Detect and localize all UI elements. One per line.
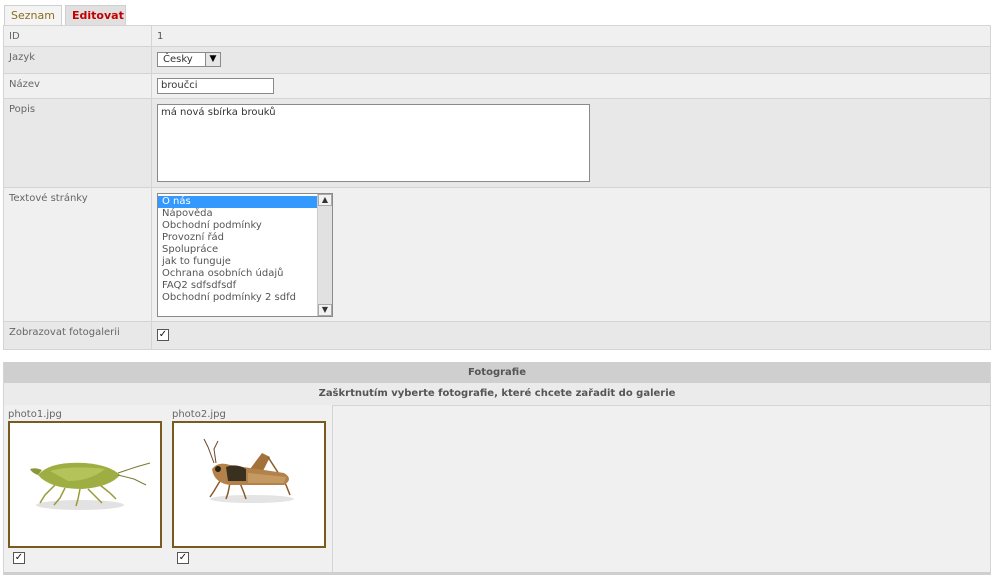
listbox-scrollbar[interactable] (317, 194, 332, 316)
checkmark-icon: ✓ (178, 552, 188, 563)
photo-thumbnail[interactable] (8, 421, 162, 548)
description-textarea[interactable]: má nová sbírka brouků (157, 104, 590, 182)
photo-cell: photo1.jpg ✓ (4, 405, 169, 575)
listbox-option[interactable]: Ochrana osobních údajů (158, 268, 317, 280)
language-select-value: Česky (163, 54, 193, 65)
checkmark-icon: ✓ (14, 552, 24, 563)
description-label: Popis (3, 98, 152, 188)
name-input[interactable]: broučci (157, 78, 274, 94)
show-gallery-checkbox[interactable]: ✓ (157, 329, 169, 341)
language-select[interactable]: Česky ▼ (157, 52, 221, 67)
name-label: Název (3, 73, 152, 99)
pages-listbox-items: O nás Nápověda Obchodní podmínky Provozní ř… (158, 196, 317, 304)
listbox-option[interactable]: O nás (158, 196, 317, 208)
pages-label: Textové stránky (3, 187, 152, 322)
photo-cell: photo2.jpg ✓ (168, 405, 333, 575)
photo-thumbnail[interactable] (172, 421, 326, 548)
photo-section-title: Fotografie (4, 362, 990, 383)
stink-bug-image (30, 462, 151, 510)
show-gallery-label: Zobrazovat fotogalerii (3, 321, 152, 350)
id-value: 1 (157, 31, 164, 42)
pages-listbox[interactable]: O nás Nápověda Obchodní podmínky Provozní ř… (157, 193, 333, 317)
listbox-option[interactable]: Provozní řád (158, 232, 317, 244)
listbox-option[interactable]: Spolupráce (158, 244, 317, 256)
scroll-up-icon[interactable]: ▲ (318, 194, 332, 206)
listbox-option[interactable]: jak to funguje (158, 256, 317, 268)
tab-seznam[interactable]: Seznam (4, 5, 62, 25)
photo-section: Fotografie Zaškrtnutím vyberte fotografi… (3, 362, 991, 575)
grasshopper-image (203, 438, 294, 503)
photo-filename: photo1.jpg (8, 409, 62, 420)
listbox-option[interactable]: Nápověda (158, 208, 317, 220)
tab-editovat[interactable]: Editovat (65, 5, 126, 25)
listbox-option[interactable]: Obchodní podmínky (158, 220, 317, 232)
photo-checkbox[interactable]: ✓ (13, 552, 25, 564)
photo-section-subtitle: Zaškrtnutím vyberte fotografie, které ch… (4, 383, 990, 406)
chevron-down-icon[interactable]: ▼ (205, 53, 220, 66)
photo-checkbox[interactable]: ✓ (177, 552, 189, 564)
listbox-option[interactable]: Obchodní podmínky 2 sdfd (158, 292, 317, 304)
listbox-option[interactable]: FAQ2 sdfsdfsdf (158, 280, 317, 292)
language-label: Jazyk (3, 46, 152, 74)
id-label: ID (3, 25, 152, 47)
edit-form: ID 1 Jazyk Česky ▼ Název broučci Popis m… (3, 25, 991, 350)
scroll-down-icon[interactable]: ▼ (318, 304, 332, 316)
checkmark-icon: ✓ (158, 329, 168, 340)
photo-filename: photo2.jpg (172, 409, 226, 420)
